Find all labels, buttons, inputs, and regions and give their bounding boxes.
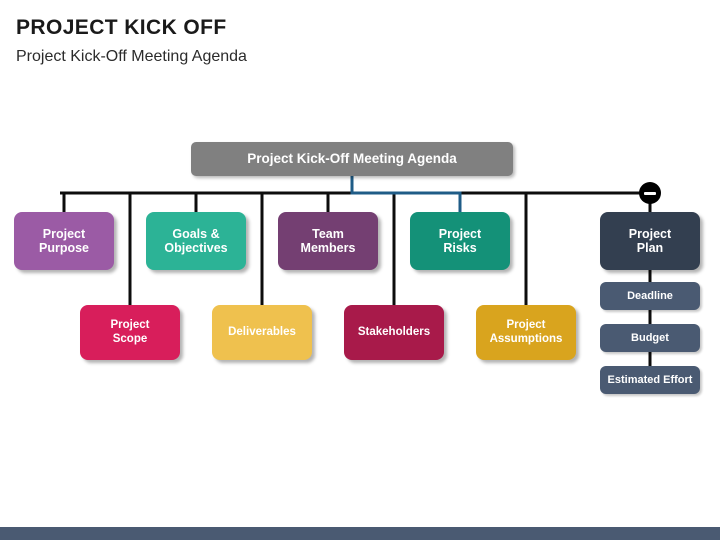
node-project-plan-label: Project Plan (628, 226, 672, 256)
node-project-plan[interactable]: Project Plan (600, 212, 700, 270)
node-budget-label: Budget (631, 331, 669, 344)
node-goals-objectives-label: Goals & Objectives (164, 226, 228, 256)
node-stakeholders-label: Stakeholders (357, 325, 431, 338)
node-root[interactable]: Project Kick-Off Meeting Agenda (191, 142, 513, 176)
node-deadline-label: Deadline (627, 289, 673, 302)
node-project-assumptions[interactable]: Project Assumptions (476, 305, 576, 360)
node-project-risks[interactable]: Project Risks (410, 212, 510, 270)
node-project-assumptions-label: Project Assumptions (489, 319, 563, 345)
minus-bar (644, 191, 656, 195)
node-stakeholders[interactable]: Stakeholders (344, 305, 444, 360)
node-estimated-effort-label: Estimated Effort (607, 373, 693, 386)
footer-bar (0, 527, 720, 540)
node-deliverables-label: Deliverables (228, 325, 296, 338)
node-project-risks-label: Project Risks (438, 226, 482, 256)
node-project-scope[interactable]: Project Scope (80, 305, 180, 360)
connector-lines (60, 176, 652, 366)
node-project-purpose-label: Project Purpose (38, 226, 89, 256)
node-deliverables[interactable]: Deliverables (212, 305, 312, 360)
node-root-label: Project Kick-Off Meeting Agenda (247, 151, 457, 167)
minus-circle-icon[interactable] (639, 182, 661, 204)
node-project-scope-label: Project Scope (110, 319, 150, 345)
node-deadline[interactable]: Deadline (600, 282, 700, 310)
slide-canvas: PROJECT KICK OFF Project Kick-Off Meetin… (0, 0, 720, 540)
node-goals-objectives[interactable]: Goals & Objectives (146, 212, 246, 270)
node-team-members[interactable]: Team Members (278, 212, 378, 270)
node-budget[interactable]: Budget (600, 324, 700, 352)
org-chart-diagram: Project Kick-Off Meeting Agenda Project … (0, 0, 720, 540)
node-team-members-label: Team Members (300, 226, 356, 256)
node-project-purpose[interactable]: Project Purpose (14, 212, 114, 270)
node-estimated-effort[interactable]: Estimated Effort (600, 366, 700, 394)
